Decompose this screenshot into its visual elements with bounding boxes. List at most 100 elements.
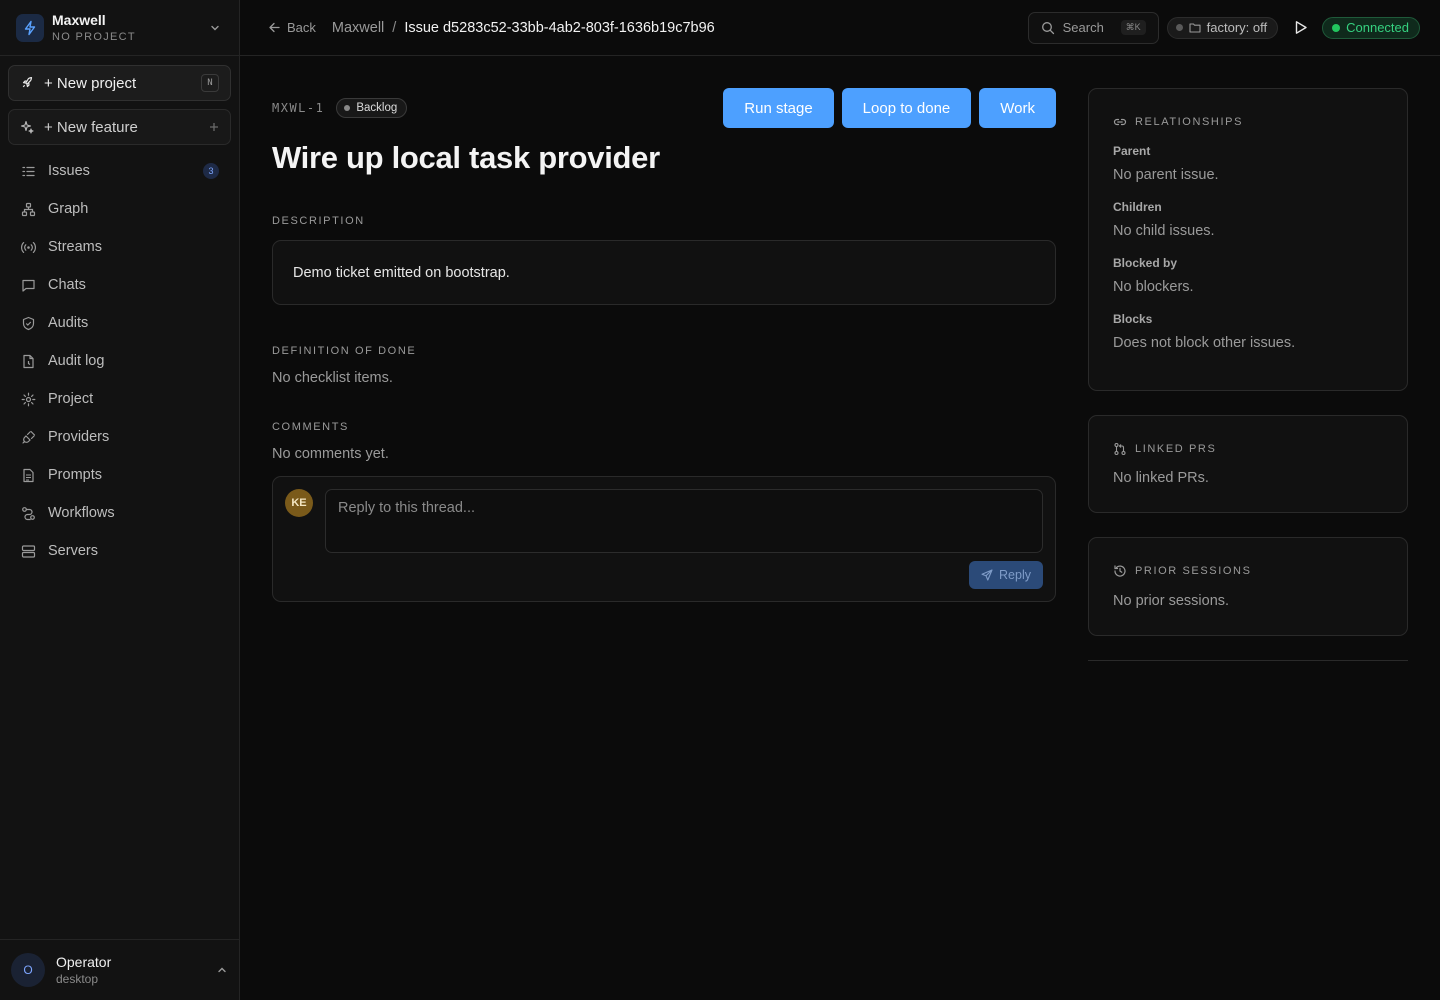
search-label: Search — [1062, 20, 1104, 35]
top-bar: Back Maxwell / Issue d5283c52-33bb-4ab2-… — [240, 0, 1440, 56]
sidebar-item-audits[interactable]: Audits — [8, 304, 231, 342]
plus-icon — [209, 122, 219, 132]
avatar: KE — [285, 489, 313, 517]
connection-status-dot — [1332, 23, 1341, 32]
pull-request-icon — [1113, 442, 1127, 456]
linked-prs-heading-label: LINKED PRS — [1135, 443, 1217, 455]
sidebar-item-graph[interactable]: Graph — [8, 190, 231, 228]
connection-label: Connected — [1346, 20, 1409, 35]
reply-label: Reply — [999, 568, 1031, 582]
blocked-by-value: No blockers. — [1113, 279, 1194, 295]
user-name: Operator — [56, 953, 112, 970]
chevron-down-icon — [207, 20, 223, 36]
parent-label: Parent — [1113, 144, 1151, 158]
link-icon — [1113, 115, 1127, 129]
play-icon — [1294, 20, 1308, 35]
description-box: Demo ticket emitted on bootstrap. — [272, 240, 1056, 305]
parent-value: No parent issue. — [1113, 167, 1219, 183]
connection-status-badge: Connected — [1322, 16, 1420, 39]
sidebar-item-providers[interactable]: Providers — [8, 418, 231, 456]
loop-to-done-button[interactable]: Loop to done — [841, 88, 972, 128]
new-project-button[interactable]: + New project N — [8, 65, 231, 101]
workspace-switcher[interactable]: Maxwell NO PROJECT — [0, 0, 239, 56]
gear-icon — [20, 391, 36, 407]
relationships-panel: RELATIONSHIPS Parent No parent issue. Ch… — [1088, 88, 1408, 391]
streams-icon — [20, 239, 36, 255]
history-icon — [1113, 564, 1127, 578]
send-icon — [981, 569, 993, 581]
workspace-text: Maxwell NO PROJECT — [52, 12, 207, 44]
divider — [1088, 660, 1408, 661]
search-button[interactable]: Search ⌘K — [1027, 11, 1159, 44]
prior-sessions-heading: PRIOR SESSIONS — [1113, 564, 1383, 578]
play-button[interactable] — [1292, 19, 1310, 37]
issue-key: MXWL-1 — [272, 101, 325, 115]
sidebar-item-streams[interactable]: Streams — [8, 228, 231, 266]
comments-heading: COMMENTS — [272, 421, 349, 433]
file-icon — [20, 353, 36, 369]
work-button[interactable]: Work — [979, 88, 1056, 128]
chat-icon — [20, 277, 36, 293]
document-icon — [20, 467, 36, 483]
back-label: Back — [287, 20, 316, 35]
sidebar-item-label: Servers — [48, 543, 98, 559]
children-label: Children — [1113, 200, 1162, 214]
reply-input[interactable] — [325, 489, 1043, 553]
sidebar: Maxwell NO PROJECT + New project N + New… — [0, 0, 240, 1000]
run-stage-button[interactable]: Run stage — [723, 88, 834, 128]
search-shortcut: ⌘K — [1120, 20, 1146, 35]
sidebar-item-audit-log[interactable]: Audit log — [8, 342, 231, 380]
blocks-label: Blocks — [1113, 312, 1153, 326]
graph-icon — [20, 201, 36, 217]
issue-detail: MXWL-1 Backlog Run stage Loop to done Wo… — [272, 88, 1056, 602]
prior-sessions-heading-label: PRIOR SESSIONS — [1135, 565, 1252, 577]
new-project-label: + New project — [44, 74, 137, 92]
chevron-up-icon — [216, 964, 228, 976]
shortcut-badge: N — [201, 74, 219, 92]
status-label: Backlog — [356, 102, 398, 114]
sidebar-item-issues[interactable]: Issues 3 — [8, 152, 231, 190]
definition-of-done-empty: No checklist items. — [272, 370, 393, 386]
user-menu[interactable]: O Operator desktop — [0, 939, 239, 1000]
sidebar-item-label: Providers — [48, 429, 110, 445]
prior-sessions-empty: No prior sessions. — [1113, 593, 1230, 609]
status-dot — [344, 105, 351, 111]
sidebar-item-chats[interactable]: Chats — [8, 266, 231, 304]
new-feature-button[interactable]: + New feature — [8, 109, 231, 145]
prior-sessions-panel: PRIOR SESSIONS No prior sessions. — [1088, 537, 1408, 636]
status-badge[interactable]: Backlog — [336, 98, 408, 118]
breadcrumb-root[interactable]: Maxwell — [332, 20, 384, 36]
relationships-heading-label: RELATIONSHIPS — [1135, 116, 1244, 128]
relationships-heading: RELATIONSHIPS — [1113, 115, 1383, 129]
factory-toggle[interactable]: factory: off — [1166, 16, 1279, 39]
children-value: No child issues. — [1113, 223, 1215, 239]
folder-icon — [1189, 22, 1201, 33]
linked-prs-panel: LINKED PRS No linked PRs. — [1088, 415, 1408, 513]
workspace-subtitle: NO PROJECT — [52, 30, 136, 43]
sidebar-item-servers[interactable]: Servers — [8, 532, 231, 570]
back-button[interactable]: Back — [268, 20, 316, 35]
factory-status-dot — [1175, 24, 1183, 31]
breadcrumb-current: Issue d5283c52-33bb-4ab2-803f-1636b19c7b… — [404, 19, 715, 36]
new-feature-label: + New feature — [44, 118, 138, 136]
sidebar-item-workflows[interactable]: Workflows — [8, 494, 231, 532]
user-text: Operator desktop — [56, 954, 216, 987]
sidebar-item-prompts[interactable]: Prompts — [8, 456, 231, 494]
sidebar-item-label: Project — [48, 391, 94, 407]
sidebar-item-label: Audit log — [48, 353, 105, 369]
reply-button[interactable]: Reply — [969, 561, 1043, 589]
blocks-value: Does not block other issues. — [1113, 335, 1296, 351]
issue-actions: Run stage Loop to done Work — [723, 88, 1056, 128]
sidebar-item-label: Graph — [48, 201, 89, 217]
issues-count-badge: 3 — [203, 163, 219, 179]
sidebar-item-project[interactable]: Project — [8, 380, 231, 418]
sidebar-item-label: Prompts — [48, 467, 102, 483]
sidebar-item-label: Audits — [48, 315, 89, 331]
issue-meta: MXWL-1 Backlog Run stage Loop to done Wo… — [272, 88, 1056, 128]
comment-composer: KE Reply — [272, 476, 1056, 602]
lightning-icon — [16, 13, 44, 42]
sidebar-item-label: Workflows — [48, 505, 115, 521]
sidebar-item-label: Chats — [48, 277, 86, 293]
sidebar-nav: Issues 3 Graph Streams Chats Audits Audi… — [8, 152, 231, 570]
plug-icon — [20, 429, 36, 445]
